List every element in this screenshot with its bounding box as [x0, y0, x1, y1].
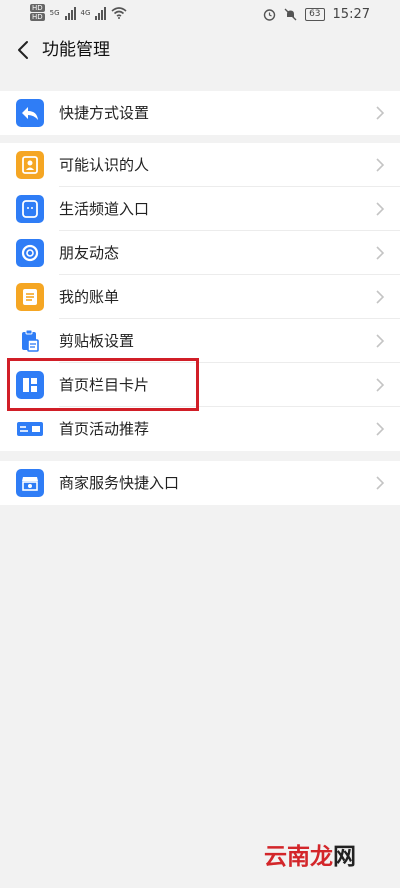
settings-group-merchant: 商家服务快捷入口 — [0, 461, 400, 505]
row-label: 首页栏目卡片 — [59, 376, 150, 394]
clock-time: 15:27 — [332, 7, 370, 22]
row-label: 我的账单 — [59, 288, 120, 306]
signal-2-icon — [95, 6, 107, 20]
row-clipboard-settings[interactable]: 剪贴板设置 — [0, 319, 400, 363]
page-header: 功能管理 — [0, 30, 400, 70]
row-shortcut-settings[interactable]: 快捷方式设置 — [0, 91, 400, 135]
page-title: 功能管理 — [42, 40, 110, 60]
cards-layout-icon — [16, 371, 44, 399]
activity-card-icon — [16, 415, 44, 443]
settings-group-shortcuts: 快捷方式设置 — [0, 91, 400, 135]
row-people-you-may-know[interactable]: 可能认识的人 — [0, 143, 400, 187]
status-bar: HD HD 5G 4G 63 15:27 — [0, 0, 400, 30]
mute-bell-icon — [284, 8, 297, 21]
contact-card-icon — [16, 151, 44, 179]
chevron-right-icon — [376, 422, 385, 436]
shortcut-reply-icon — [16, 99, 44, 127]
chevron-right-icon — [376, 290, 385, 304]
watermark-brand: 云南龙 — [264, 843, 333, 870]
sim-indicators: HD HD — [30, 4, 45, 21]
network-type-1: 5G — [49, 8, 60, 17]
clipboard-icon — [16, 327, 44, 355]
row-label: 首页活动推荐 — [59, 420, 150, 438]
battery-level: 63 — [305, 8, 325, 21]
chevron-right-icon — [376, 334, 385, 348]
chevron-left-icon[interactable] — [12, 38, 36, 62]
signal-1-icon — [64, 6, 76, 20]
chevron-right-icon — [376, 158, 385, 172]
row-home-activity-recommend[interactable]: 首页活动推荐 — [0, 407, 400, 451]
row-label: 可能认识的人 — [59, 156, 150, 174]
watermark-logo: 云南龙网 — [264, 841, 356, 873]
row-friends-moments[interactable]: 朋友动态 — [0, 231, 400, 275]
row-life-channel-entry[interactable]: 生活频道入口 — [0, 187, 400, 231]
settings-group-features: 可能认识的人 生活频道入口 朋友动态 我的账单 剪贴板设置 首页栏目卡片 首页活… — [0, 143, 400, 451]
wifi-icon — [111, 6, 127, 19]
network-type-2: 4G — [80, 8, 91, 17]
moments-icon — [16, 239, 44, 267]
alarm-icon — [263, 9, 276, 21]
row-label: 剪贴板设置 — [59, 332, 135, 350]
row-label: 生活频道入口 — [59, 200, 150, 218]
chevron-right-icon — [376, 476, 385, 490]
status-right: 63 15:27 — [263, 7, 370, 22]
bill-icon — [16, 283, 44, 311]
chevron-right-icon — [376, 202, 385, 216]
merchant-store-icon — [16, 469, 44, 497]
sim1-badge: HD — [30, 4, 45, 12]
row-label: 朋友动态 — [59, 244, 120, 262]
row-my-bills[interactable]: 我的账单 — [0, 275, 400, 319]
row-home-column-cards[interactable]: 首页栏目卡片 — [0, 363, 400, 407]
life-channel-icon — [16, 195, 44, 223]
row-merchant-service-entry[interactable]: 商家服务快捷入口 — [0, 461, 400, 505]
chevron-right-icon — [376, 378, 385, 392]
status-left: HD HD 5G 4G — [30, 4, 127, 21]
chevron-right-icon — [376, 106, 385, 120]
chevron-right-icon — [376, 246, 385, 260]
row-label: 快捷方式设置 — [59, 104, 150, 122]
sim2-badge: HD — [30, 13, 45, 21]
row-label: 商家服务快捷入口 — [59, 474, 180, 492]
watermark-suffix: 网 — [333, 843, 356, 870]
